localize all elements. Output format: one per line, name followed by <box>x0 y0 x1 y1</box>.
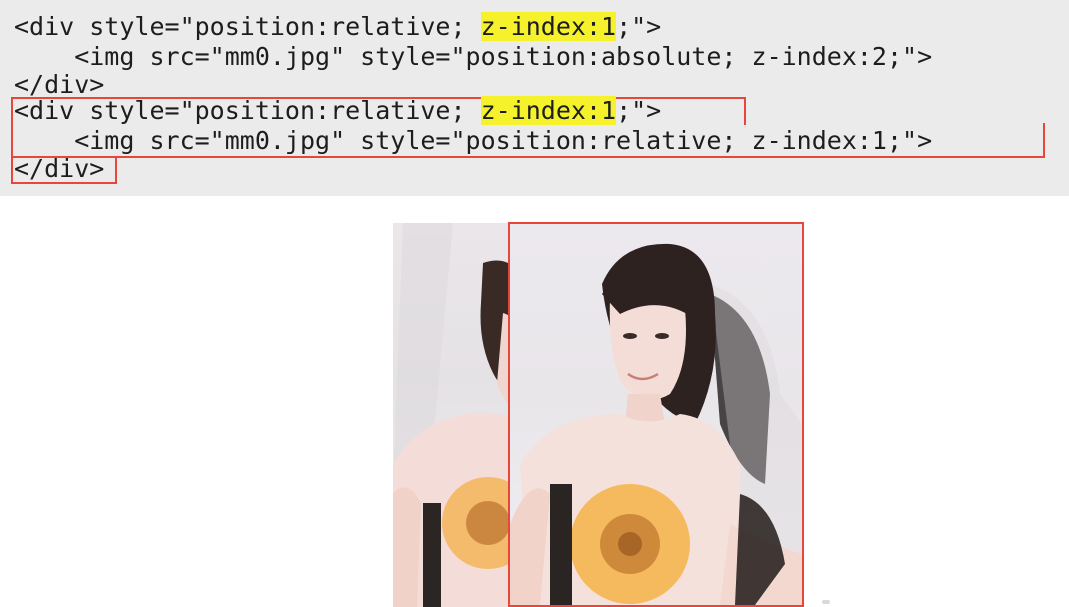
code-highlight-2: z-index:1 <box>480 96 617 125</box>
code-line-5: <img src="mm0.jpg" style="position:relat… <box>14 126 933 155</box>
code-line-4: <div style="position:relative; z-index:1… <box>14 96 661 126</box>
code-line-2: <img src="mm0.jpg" style="position:absol… <box>14 42 933 71</box>
cursor-indicator <box>822 600 830 604</box>
back-photo-illustration <box>393 223 523 607</box>
front-photo <box>508 222 804 607</box>
back-photo <box>393 223 523 607</box>
code-snippet-panel: <div style="position:relative; z-index:1… <box>0 0 1069 196</box>
code-line-1-pre: <div style="position:relative; <box>14 12 481 41</box>
front-photo-illustration <box>510 243 802 605</box>
code-line-4-post: ;"> <box>616 96 662 125</box>
code-line-6: </div> <box>14 154 105 183</box>
code-line-1: <div style="position:relative; z-index:1… <box>14 12 661 42</box>
code-highlight-1: z-index:1 <box>480 12 617 41</box>
lesson-slide: <div style="position:relative; z-index:1… <box>0 0 1069 607</box>
shirt-sunflower <box>570 484 690 604</box>
code-line-1-post: ;"> <box>616 12 662 41</box>
code-line-4-pre: <div style="position:relative; <box>14 96 481 125</box>
